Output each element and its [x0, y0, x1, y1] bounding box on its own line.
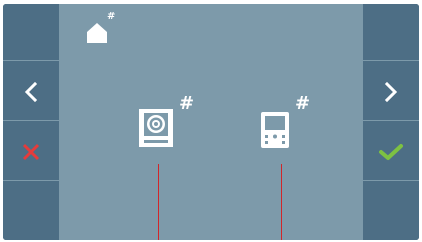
chevron-right-icon [384, 81, 398, 103]
door-panel-icon[interactable] [139, 109, 173, 147]
left-button-column [3, 4, 59, 240]
previous-button[interactable] [3, 64, 59, 121]
home-icon[interactable] [85, 19, 115, 45]
monitor-hash-label: # [295, 93, 311, 114]
confirm-button[interactable] [363, 124, 419, 181]
right-blank-button-top[interactable] [363, 4, 419, 61]
right-blank-button-bottom[interactable] [363, 184, 419, 240]
home-hash-label: # [107, 11, 116, 22]
monitor-icon[interactable] [261, 112, 289, 148]
door-panel-hash-label: # [179, 93, 195, 114]
left-blank-button-top[interactable] [3, 4, 59, 61]
right-button-column [363, 4, 419, 240]
cross-icon [22, 143, 40, 161]
check-icon [379, 144, 403, 160]
cancel-button[interactable] [3, 124, 59, 181]
left-blank-button-bottom[interactable] [3, 184, 59, 240]
next-button[interactable] [363, 64, 419, 121]
door-panel-wire [158, 164, 159, 240]
monitor-wire [281, 164, 282, 240]
chevron-left-icon [24, 81, 38, 103]
intercom-screen: # # # [3, 4, 419, 240]
